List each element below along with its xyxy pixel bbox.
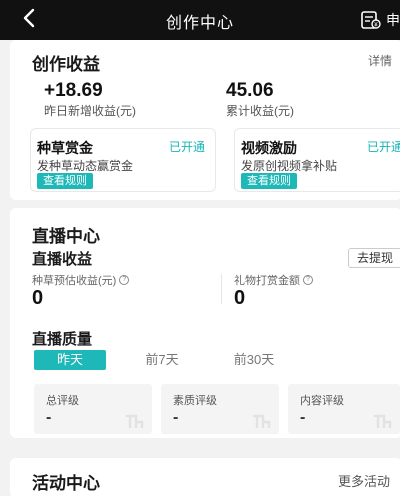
program-status: 已开通 (366, 140, 400, 154)
watermark-icon (126, 414, 144, 428)
period-tabs: 昨天 前7天 前30天 (34, 350, 310, 370)
help-icon[interactable]: ? (303, 275, 313, 285)
gift-amount-label-row: 礼物打赏金额 ? (234, 272, 313, 288)
rating-value: - (300, 409, 306, 426)
view-rules-button[interactable]: 查看规则 (241, 173, 297, 189)
tab-last-30-days[interactable]: 前30天 (218, 350, 290, 370)
watermark-icon (374, 414, 392, 428)
rating-value: - (46, 409, 52, 426)
rating-label: 素质评级 (173, 395, 217, 407)
more-activities-link[interactable]: 更多活动 (338, 471, 400, 490)
live-center-card: 直播中心 直播收益 去提现 种草预估收益(元) ? 0 礼物打赏金额 ? 0 直… (10, 208, 400, 438)
program-desc: 发种草动态赢赏金 (37, 159, 134, 173)
top-bar: 创作中心 ¥ 申 (0, 0, 400, 40)
view-rules-button[interactable]: 查看规则 (37, 173, 93, 189)
total-earnings-label: 累计收益(元) (226, 104, 294, 118)
earnings-detail-link[interactable]: 详情 (368, 52, 392, 69)
activity-center-title: 活动中心 (32, 474, 100, 493)
rating-overall[interactable]: 总评级 - (34, 384, 152, 434)
withdraw-button[interactable]: 去提现 (348, 248, 400, 268)
tab-yesterday[interactable]: 昨天 (34, 350, 106, 370)
divider (221, 274, 222, 304)
header-right-text: 申 (386, 12, 400, 28)
program-card-video[interactable]: 视频激励 已开通 发原创视频拿补贴 查看规则 (234, 128, 400, 192)
program-desc: 发原创视频拿补贴 (241, 159, 338, 173)
earnings-title: 创作收益 (32, 55, 100, 74)
live-income-title: 直播收益 (32, 251, 93, 268)
total-earnings-value: 45.06 (226, 80, 274, 101)
rating-label: 总评级 (46, 395, 79, 407)
live-quality-title: 直播质量 (32, 331, 93, 348)
rating-content[interactable]: 内容评级 - (288, 384, 400, 434)
yesterday-earnings-label: 昨日新增收益(元) (44, 104, 136, 118)
seed-earnings-value: 0 (32, 287, 44, 309)
earnings-card: 创作收益 详情 +18.69 昨日新增收益(元) 45.06 累计收益(元) 种… (10, 40, 400, 200)
rating-quality[interactable]: 素质评级 - (161, 384, 279, 434)
program-card-seeding[interactable]: 种草赏金 已开通 发种草动态赢赏金 查看规则 (30, 128, 216, 192)
live-center-title: 直播中心 (32, 227, 100, 246)
gift-amount-value: 0 (234, 287, 246, 309)
yesterday-earnings-value: +18.69 (44, 80, 103, 101)
program-title: 视频激励 (241, 140, 297, 156)
seed-earnings-label-row: 种草预估收益(元) ? (32, 272, 130, 288)
header-action[interactable]: ¥ 申 (360, 10, 400, 30)
watermark-icon (253, 414, 271, 428)
program-status: 已开通 (168, 140, 205, 154)
rating-value: - (173, 409, 179, 426)
rating-label: 内容评级 (300, 395, 344, 407)
document-icon: ¥ (361, 11, 381, 29)
help-icon[interactable]: ? (119, 275, 130, 285)
page-title: 创作中心 (165, 15, 234, 32)
seed-earnings-label: 种草预估收益(元) (32, 275, 117, 287)
program-title: 种草赏金 (37, 140, 93, 156)
gift-amount-label: 礼物打赏金额 (234, 275, 300, 287)
activity-center-card: 活动中心 更多活动 (10, 458, 400, 496)
tab-last-7-days[interactable]: 前7天 (126, 350, 198, 370)
